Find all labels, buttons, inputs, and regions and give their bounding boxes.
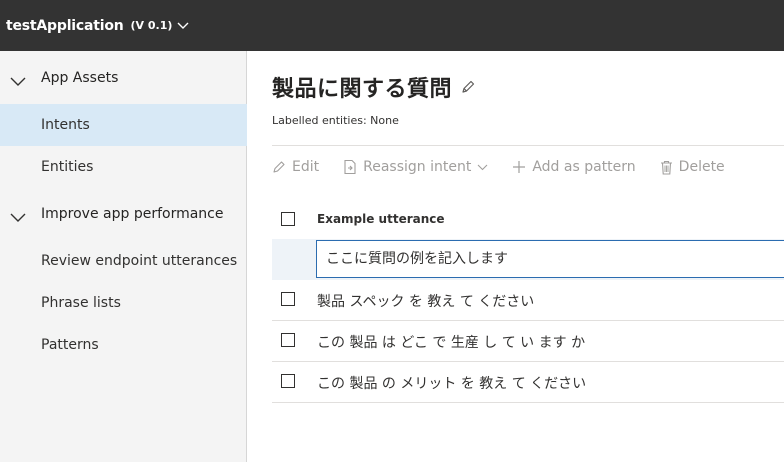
utterance-text[interactable]: 製品 スペック を 教え て ください	[317, 291, 534, 311]
sidebar-section-app-assets[interactable]: App Assets	[0, 58, 247, 98]
table-row[interactable]: この 製品 は どこ で 生産 し て い ます か	[272, 321, 784, 362]
section-label: Improve app performance	[41, 206, 224, 222]
app-version[interactable]: (V 0.1)	[131, 19, 173, 32]
utterance-input[interactable]	[316, 240, 784, 278]
utterances-table: Example utterance 製品 スペック を 教え て ください この…	[272, 199, 784, 403]
delete-label: Delete	[678, 159, 725, 175]
row-checkbox[interactable]	[281, 333, 295, 347]
sidebar-item-intents[interactable]: Intents	[0, 104, 247, 146]
labelled-entities: Labelled entities: None	[272, 114, 399, 127]
section-label: App Assets	[41, 70, 119, 86]
delete-button[interactable]: Delete	[660, 159, 725, 175]
sidebar-item-patterns[interactable]: Patterns	[0, 324, 247, 366]
toolbar: Edit Reassign intent Add as pattern Dele…	[272, 148, 749, 186]
add-as-pattern-button[interactable]: Add as pattern	[512, 159, 636, 175]
plus-icon	[513, 161, 526, 173]
main-content: 製品に関する質問 Labelled entities: None Edit Re…	[248, 51, 784, 462]
add-as-pattern-label: Add as pattern	[532, 159, 636, 175]
utterance-text[interactable]: この 製品 の メリット を 教え て ください	[317, 373, 586, 393]
sidebar-item-label: Patterns	[41, 337, 99, 353]
chevron-down-icon	[477, 164, 488, 170]
chevron-down-icon[interactable]	[10, 208, 26, 227]
chevron-down-icon[interactable]	[10, 72, 26, 91]
row-checkbox[interactable]	[281, 374, 295, 388]
chevron-down-icon[interactable]	[177, 15, 189, 34]
page-title: 製品に関する質問	[272, 77, 453, 102]
table-row[interactable]: 製品 スペック を 教え て ください	[272, 280, 784, 321]
column-header-example-utterance[interactable]: Example utterance	[317, 212, 445, 226]
table-row[interactable]: この 製品 の メリット を 教え て ください	[272, 362, 784, 403]
sidebar-section-improve-app-performance[interactable]: Improve app performance	[0, 194, 247, 234]
reassign-icon	[344, 159, 356, 175]
app-header[interactable]: testApplication (V 0.1)	[0, 0, 784, 51]
pencil-icon[interactable]	[460, 79, 476, 99]
select-all-checkbox[interactable]	[281, 212, 295, 226]
table-header: Example utterance	[272, 199, 784, 239]
delete-icon	[660, 160, 672, 175]
sidebar-item-label: Entities	[41, 159, 94, 175]
utterance-text[interactable]: この 製品 は どこ で 生産 し て い ます か	[317, 332, 585, 352]
sidebar-item-label: Phrase lists	[41, 295, 121, 311]
reassign-label: Reassign intent	[363, 159, 472, 175]
sidebar-nav: App Assets Intents Entities Improve app …	[0, 51, 247, 462]
sidebar-item-phrase-lists[interactable]: Phrase lists	[0, 282, 247, 324]
sidebar-item-label: Review endpoint utterances	[41, 253, 238, 269]
edit-label: Edit	[292, 159, 320, 175]
sidebar-item-label: Intents	[41, 117, 90, 133]
reassign-intent-button[interactable]: Reassign intent	[343, 159, 488, 175]
sidebar-item-entities[interactable]: Entities	[0, 146, 247, 188]
title-row: 製品に関する質問	[272, 71, 476, 103]
divider	[272, 145, 784, 146]
utterance-input-row	[272, 239, 784, 280]
app-name[interactable]: testApplication	[6, 18, 124, 34]
sidebar-item-review-endpoint-utterances[interactable]: Review endpoint utterances	[0, 240, 247, 282]
row-checkbox[interactable]	[281, 292, 295, 306]
edit-button[interactable]: Edit	[272, 159, 319, 175]
edit-icon	[273, 161, 285, 173]
